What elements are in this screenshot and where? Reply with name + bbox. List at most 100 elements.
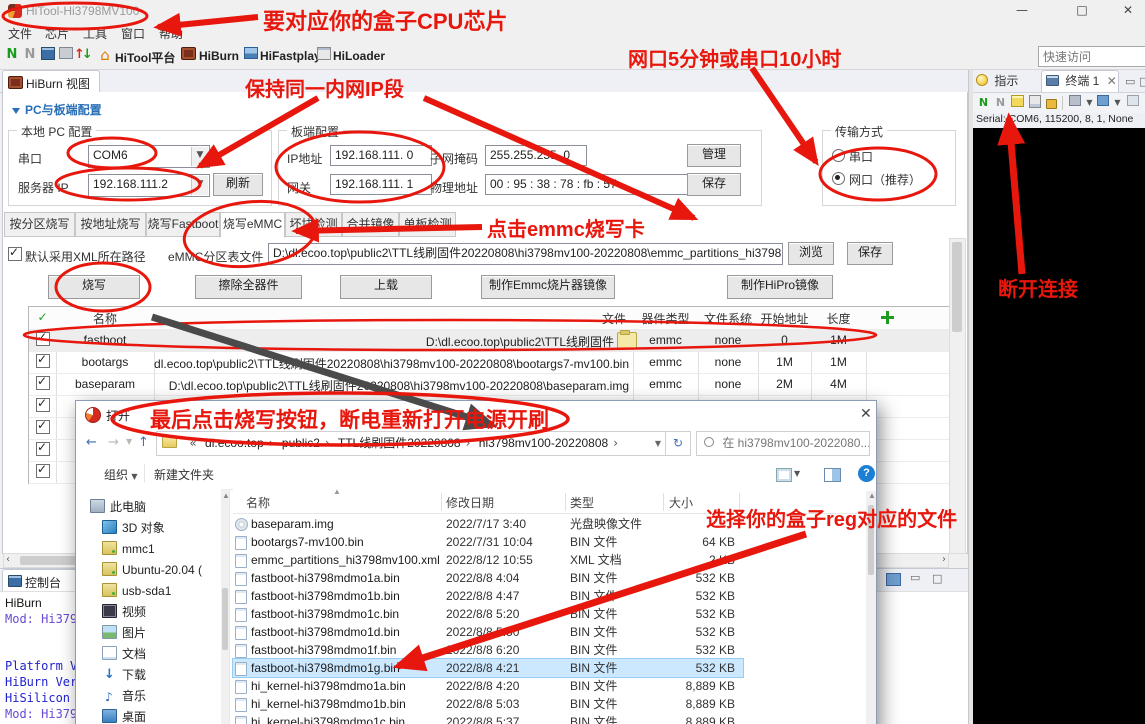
make-emmc-image-button[interactable]: 制作Emmc烧片器镜像 — [481, 275, 615, 299]
sidebar-item-3d-objects[interactable]: 3D 对象 — [102, 518, 165, 538]
new-folder-button[interactable]: 新建文件夹 — [154, 466, 214, 483]
col-name[interactable]: 名称 — [56, 310, 154, 327]
chevron-down-icon[interactable]: ▼ — [655, 432, 661, 455]
col-length[interactable]: 长度 — [811, 310, 866, 327]
radio-network-label[interactable]: 网口（推荐） — [849, 171, 921, 188]
radio-serial[interactable] — [832, 149, 845, 162]
sidebar-item-this-pc[interactable]: 此电脑 — [90, 497, 146, 517]
hiloader-icon[interactable] — [316, 47, 332, 63]
section-pc-board-config[interactable]: PC与板端配置 — [12, 101, 102, 118]
col-file[interactable]: 文件 — [154, 310, 626, 327]
close-dialog-icon[interactable]: ✕ — [860, 406, 872, 422]
breadcrumb-item[interactable]: dl.ecoo.top — [205, 436, 264, 450]
xml-path-checkbox[interactable] — [8, 247, 22, 264]
up-icon[interactable]: ↑ — [138, 435, 149, 450]
mac-input[interactable]: 00 : 95 : 38 : 78 : fb : 57 — [485, 174, 688, 195]
disconnect-terminal-icon[interactable]: N — [993, 95, 1008, 110]
breadcrumb-item[interactable]: hi3798mv100-20220808 — [479, 436, 608, 450]
help-icon[interactable]: ? — [858, 465, 875, 482]
hifastplay-icon[interactable] — [243, 47, 259, 63]
col-device[interactable]: 器件类型 — [633, 310, 698, 327]
subnet-input[interactable]: 255.255.255. 0 — [485, 145, 587, 166]
gateway-input[interactable]: 192.168.111. 1 — [330, 174, 432, 195]
scroll-left-icon[interactable]: ‹ — [6, 554, 10, 566]
breadcrumb-item[interactable]: public2 — [282, 436, 320, 450]
refresh-icon[interactable]: ↻ — [666, 431, 691, 456]
file-row[interactable]: fastboot-hi3798mdmo1a.bin2022/8/8 4:04BI… — [233, 569, 743, 587]
radio-serial-label[interactable]: 串口 — [849, 148, 873, 165]
table-row-fastboot[interactable]: fastboot D:\dl.ecoo.top\public2\TTL线刷固件 … — [29, 329, 951, 352]
toolbar-hifastplay[interactable]: HiFastplay — [260, 49, 321, 63]
refresh-button[interactable]: 刷新 — [213, 173, 263, 196]
col-file-name[interactable]: 名称 — [246, 494, 270, 511]
row-checkbox[interactable] — [36, 442, 50, 456]
open-console-icon[interactable] — [886, 573, 901, 586]
file-row[interactable]: fastboot-hi3798mdmo1f.bin2022/8/8 6:20BI… — [233, 641, 743, 659]
serial-settings-icon[interactable] — [1067, 95, 1082, 110]
chevron-down-icon[interactable]: ▼ — [126, 437, 132, 446]
file-row-selected[interactable]: fastboot-hi3798mdmo1g.bin2022/8/8 4:21BI… — [233, 659, 743, 677]
file-row[interactable]: hi_kernel-hi3798mdmo1c.bin2022/8/8 5:37B… — [233, 713, 743, 724]
menu-tools[interactable]: 工具 — [83, 25, 107, 42]
upload-button[interactable]: 上载 — [340, 275, 432, 299]
menu-chip[interactable]: 芯片 — [45, 25, 69, 42]
minimize-button[interactable]: — — [1005, 0, 1039, 20]
breadcrumb[interactable]: « dl.ecoo.top› public2› TTL线刷固件20220808›… — [156, 431, 666, 456]
col-start[interactable]: 开始地址 — [758, 310, 811, 327]
tab-board-check[interactable]: 单板检测 — [399, 212, 456, 237]
scroll-lock-icon[interactable] — [1027, 95, 1042, 110]
make-hipro-image-button[interactable]: 制作HiPro镜像 — [727, 275, 833, 299]
sidebar-item-desktop[interactable]: 桌面 — [102, 707, 146, 724]
search-input[interactable]: 在 hi3798mv100-2022080... — [696, 431, 870, 456]
table-row-bootargs[interactable]: bootargs D:\dl.ecoo.top\public2\TTL线刷固件2… — [29, 351, 951, 374]
file-row[interactable]: fastboot-hi3798mdmo1b.bin2022/8/8 4:47BI… — [233, 587, 743, 605]
transfer-updown-icon[interactable]: ↑↓ — [74, 47, 90, 63]
terminal-screen[interactable] — [973, 128, 1145, 724]
xml-path-input[interactable]: D:\dl.ecoo.top\public2\TTL线刷固件20220808\h… — [268, 243, 783, 265]
row-checkbox[interactable] — [36, 354, 50, 368]
maximize-button[interactable]: □ — [1065, 0, 1099, 20]
minimize-panel-icon[interactable]: ▭ — [1125, 75, 1135, 88]
connect-icon[interactable]: N — [4, 47, 20, 63]
file-row[interactable]: baseparam.img2022/7/17 3:40光盘映像文件 — [233, 515, 743, 533]
col-fs[interactable]: 文件系统 — [698, 310, 758, 327]
menu-window[interactable]: 窗口 — [121, 25, 145, 42]
save-xml-button[interactable]: 保存 — [847, 242, 893, 265]
row-checkbox[interactable] — [36, 332, 50, 346]
config-icon[interactable] — [40, 47, 56, 63]
sidebar-item-pictures[interactable]: 图片 — [102, 623, 146, 643]
manage-button[interactable]: 管理 — [687, 144, 741, 167]
menu-file[interactable]: 文件 — [8, 25, 32, 42]
sidebar-item-documents[interactable]: 文档 — [102, 644, 146, 664]
file-row[interactable]: bootargs7-mv100.bin2022/7/31 10:04BIN 文件… — [233, 533, 743, 551]
close-button[interactable]: ✕ — [1111, 0, 1145, 20]
add-partition-icon[interactable] — [881, 311, 894, 324]
file-row[interactable]: hi_kernel-hi3798mdmo1b.bin2022/8/8 5:03B… — [233, 695, 743, 713]
chevron-down-icon[interactable]: ▼ — [191, 176, 208, 195]
check-all-icon[interactable]: ✓ — [29, 310, 56, 324]
toolbar-hitool-platform[interactable]: HiTool平台 — [115, 49, 175, 66]
burn-button[interactable]: 烧写 — [48, 275, 140, 299]
table-row-baseparam[interactable]: baseparam D:\dl.ecoo.top\public2\TTL线刷固件… — [29, 373, 951, 396]
preview-pane-icon[interactable] — [824, 468, 841, 482]
col-file-type[interactable]: 类型 — [570, 494, 594, 511]
row-checkbox[interactable] — [36, 420, 50, 434]
board-ip-input[interactable]: 192.168.111. 0 — [330, 145, 432, 166]
maximize-panel-icon[interactable]: □ — [932, 572, 942, 585]
clear-terminal-icon[interactable] — [1010, 95, 1025, 110]
row-checkbox[interactable] — [36, 464, 50, 478]
tab-merge-image[interactable]: 合并镜像 — [342, 212, 399, 237]
screen-icon[interactable] — [58, 47, 74, 63]
overflow-icon[interactable] — [1125, 95, 1140, 110]
organize-button[interactable]: 组织 ▼ — [104, 466, 138, 483]
sidebar-item-music[interactable]: 音乐 — [102, 686, 146, 706]
home-icon[interactable]: ⌂ — [97, 47, 113, 63]
connect-terminal-icon[interactable]: N — [976, 95, 991, 110]
tab-bad-block[interactable]: 坏块检测 — [285, 212, 342, 237]
lock-icon[interactable] — [1044, 95, 1059, 110]
maximize-panel-icon[interactable]: □ — [1139, 75, 1145, 88]
radio-network[interactable] — [832, 172, 845, 185]
tab-indicator-light[interactable]: 指示灯... — [976, 71, 1038, 92]
back-icon[interactable]: ← — [86, 435, 97, 450]
col-file-size[interactable]: 大小 — [669, 494, 693, 511]
